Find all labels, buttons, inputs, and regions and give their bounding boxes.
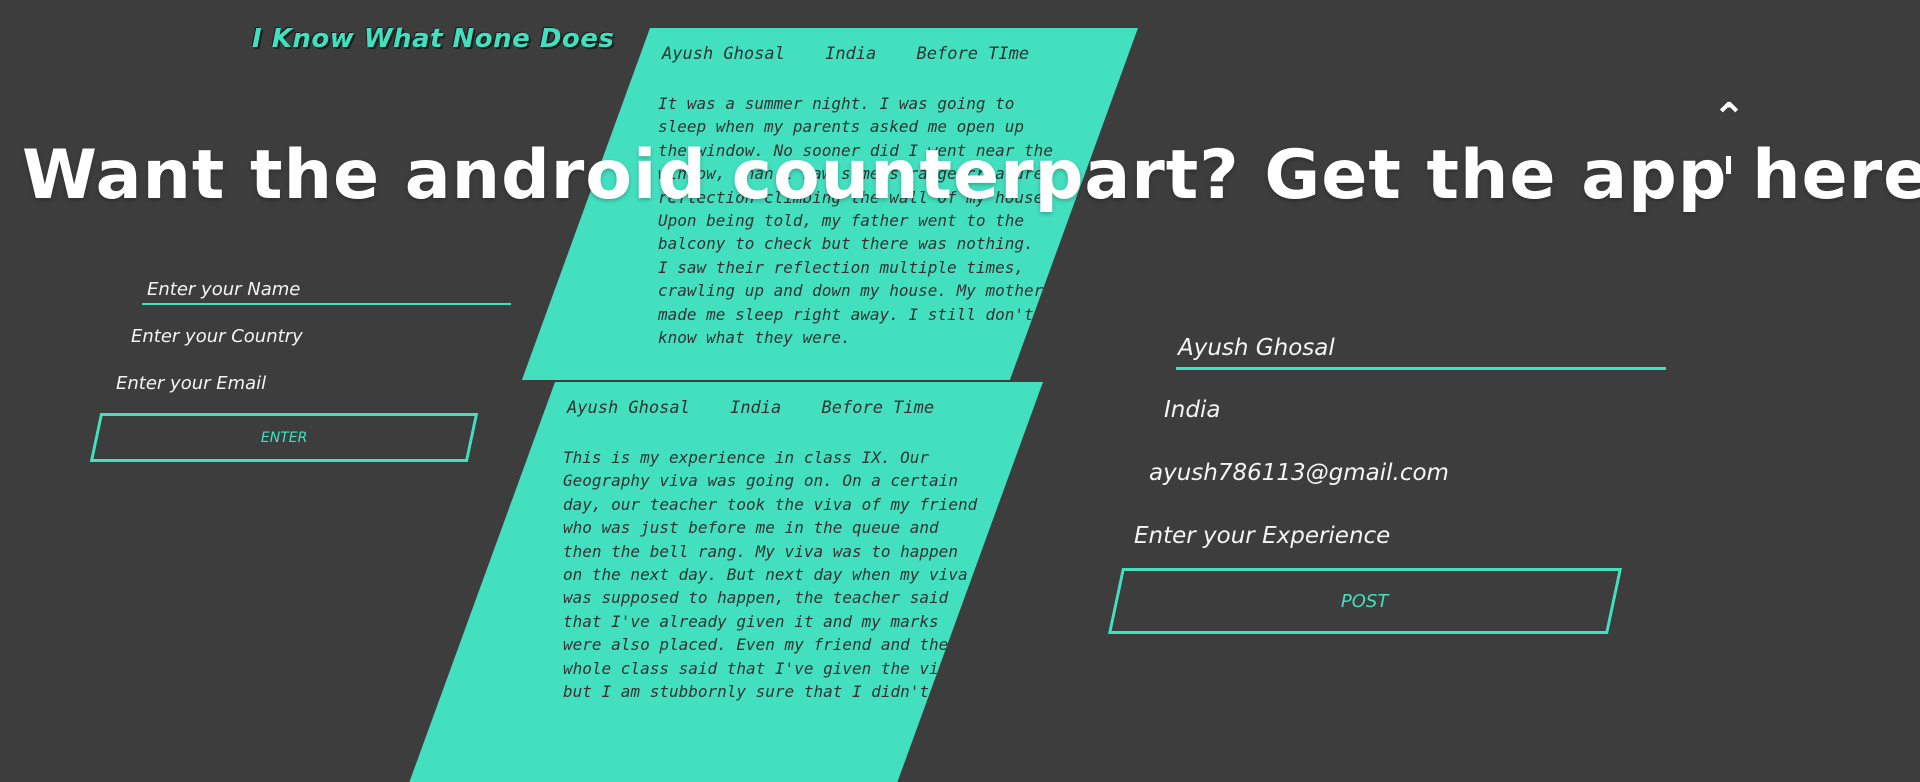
story-line: were also placed. Even my friend and the	[563, 635, 949, 655]
enter-button-label: ENTER	[260, 429, 308, 446]
story-line: This is my experience in class IX. Our	[563, 448, 930, 467]
story-line: but I am stubbornly sure that I didn't g…	[563, 682, 978, 702]
banner-tick-mark	[1726, 156, 1731, 174]
story-line: on the next day. But next day when my vi…	[563, 565, 968, 585]
story-line: balcony to check but there was nothing.	[658, 234, 1034, 254]
card-meta: Ayush Ghosal India Before Time	[555, 382, 1043, 418]
experience-textarea[interactable]: Enter your Experience	[1134, 523, 1390, 549]
experience-email-input[interactable]: ayush786113@gmail.com	[1149, 460, 1449, 486]
card-time: Before Time	[821, 398, 935, 418]
name-input-underline	[142, 303, 511, 305]
story-line: made me sleep right away. I still don't	[658, 304, 1034, 324]
experience-country-input[interactable]: India	[1164, 397, 1220, 423]
post-button-label: POST	[1341, 590, 1389, 612]
card-meta: Ayush Ghosal India Before TIme	[650, 28, 1138, 64]
feed-card: Ayush Ghosal India Before Time This is m…	[409, 382, 1044, 782]
card-author: Ayush Ghosal	[567, 398, 690, 418]
card-time: Before TIme	[916, 44, 1030, 64]
story-line: day, our teacher took the viva of my fri…	[563, 494, 978, 514]
card-country: India	[730, 398, 782, 418]
name-input[interactable]: Enter your Name	[147, 279, 300, 300]
story-line: It was a summer night. I was going to	[658, 94, 1015, 113]
experience-name-underline	[1176, 367, 1666, 370]
app-download-banner[interactable]: Want the android counterpart? Get the ap…	[22, 136, 1920, 215]
story-line: was supposed to happen, the teacher said	[563, 588, 949, 608]
enter-button[interactable]: ENTER	[89, 413, 479, 462]
country-input[interactable]: Enter your Country	[131, 326, 303, 347]
email-input[interactable]: Enter your Email	[116, 373, 266, 394]
story-line: I saw their reflection multiple times,	[658, 257, 1025, 277]
brand-title: I Know What None Does	[252, 24, 615, 54]
story-line: who was just before me in the queue and	[563, 518, 939, 538]
story-line: crawling up and down my house. My mother	[658, 281, 1044, 301]
card-country: India	[825, 44, 877, 64]
story-line: Geography viva was going on. On a certai…	[563, 471, 958, 491]
experience-name-input[interactable]: Ayush Ghosal	[1178, 335, 1335, 361]
card-story: This is my experience in class IX. Our Ge…	[555, 418, 993, 703]
story-line: know what they were.	[658, 328, 851, 348]
post-button[interactable]: POST	[1107, 568, 1623, 634]
card-author: Ayush Ghosal	[662, 44, 785, 64]
story-line: whole class said that I've given the viv…	[563, 658, 958, 678]
caret-up-icon[interactable]: ⌃	[1712, 98, 1746, 138]
story-line: then the bell rang. My viva was to happe…	[563, 541, 958, 561]
story-line: that I've already given it and my marks	[563, 611, 939, 631]
